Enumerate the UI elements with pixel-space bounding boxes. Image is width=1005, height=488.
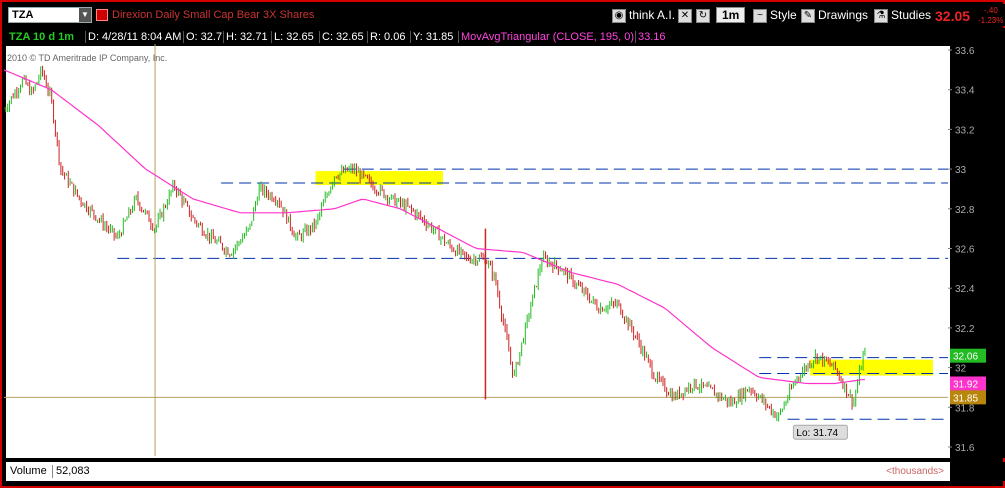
y-tick-label: 32.2 xyxy=(955,324,975,335)
y-tick-label: 33.6 xyxy=(955,46,975,57)
low-label: Lo: 31.74 xyxy=(796,428,838,439)
y-tick-label: 33.2 xyxy=(955,125,975,136)
y-tick-label: 32.8 xyxy=(955,205,975,216)
y-tick-label: 31.6 xyxy=(955,443,975,454)
price-label-3: 31.85 xyxy=(953,393,978,404)
y-tick-label: 33.4 xyxy=(955,86,975,97)
y-tick-label: 31.8 xyxy=(955,403,975,414)
y-tick-label: 32.4 xyxy=(955,284,975,295)
y-tick-label: 32 xyxy=(955,364,967,375)
y-tick-label: 33 xyxy=(955,165,967,176)
moving-average-line xyxy=(3,69,865,385)
candles-group xyxy=(4,65,866,422)
price-label-2: 31.92 xyxy=(953,379,978,390)
price-label-1: 32.06 xyxy=(953,352,978,363)
chart-svg: 33.6 33.4 33.2 33 32.8 32.6 32.4 32.2 32 31.8 31.6… xyxy=(3,44,986,456)
y-tick-label: 32.6 xyxy=(955,245,975,256)
